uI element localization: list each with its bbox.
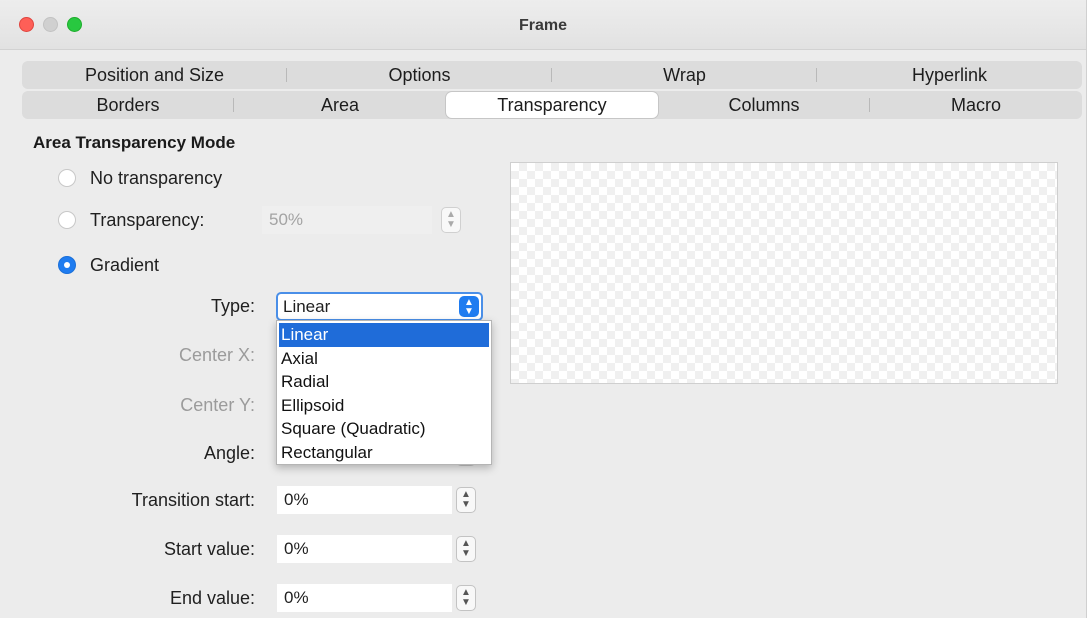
tab-transparency[interactable]: Transparency [446,92,658,118]
end-value-field[interactable]: 0% [277,584,452,612]
section-title: Area Transparency Mode [33,133,236,152]
transition-start-label: Transition start: [131,490,255,510]
gradient-type-dropdown: Linear Axial Radial Ellipsoid Square (Qu… [276,320,492,465]
transparency-stepper[interactable]: ▲ ▼ [441,207,461,233]
tab-options[interactable]: Options [287,62,552,88]
no-transparency-radio[interactable] [58,169,76,187]
angle-label: Angle: [203,443,255,463]
title-bar: Frame [0,0,1086,50]
tab-macro[interactable]: Macro [870,92,1082,118]
center-y-label: Center Y: [180,395,255,415]
center-x-label: Center X: [178,345,255,365]
transparency-percent-field[interactable]: 50% [262,206,432,234]
tab-area[interactable]: Area [234,92,446,118]
window-title: Frame [518,17,568,34]
tab-hyperlink[interactable]: Hyperlink [817,62,1082,88]
no-transparency-label: No transparency [90,167,223,188]
transparency-option[interactable]: Transparency: [58,208,204,232]
tab-borders[interactable]: Borders [22,92,234,118]
gradient-radio[interactable] [58,256,76,274]
gradient-option[interactable]: Gradient [58,253,159,277]
gradient-type-option-radial[interactable]: Radial [277,370,491,394]
start-value-stepper[interactable]: ▲ ▼ [456,536,476,562]
transparency-label: Transparency: [90,209,205,230]
frame-dialog: Frame Position and Size Options Wrap Hyp… [0,0,1087,618]
gradient-type-option-axial[interactable]: Axial [277,347,491,371]
gradient-type-option-rectangular[interactable]: Rectangular [277,441,491,465]
start-value-field[interactable]: 0% [277,535,452,563]
gradient-type-option-square[interactable]: Square (Quadratic) [277,417,491,441]
tab-row-2: Borders Area Transparency Columns Macro [22,91,1082,119]
tab-position-and-size[interactable]: Position and Size [22,62,287,88]
gradient-label: Gradient [90,254,160,275]
tab-columns[interactable]: Columns [658,92,870,118]
transition-start-stepper[interactable]: ▲ ▼ [456,487,476,513]
gradient-type-value: Linear [283,297,331,316]
tab-row-1: Position and Size Options Wrap Hyperlink [22,61,1082,89]
gradient-type-option-linear[interactable]: Linear [279,323,489,347]
no-transparency-option[interactable]: No transparency [58,166,222,190]
transparency-preview [510,162,1058,384]
start-value-label: Start value: [163,539,255,559]
tab-wrap[interactable]: Wrap [552,62,817,88]
type-label: Type: [210,296,255,316]
transition-start-field[interactable]: 0% [277,486,452,514]
end-value-stepper[interactable]: ▲ ▼ [456,585,476,611]
gradient-type-select[interactable]: Linear ▲ ▼ [276,292,483,321]
transparency-radio[interactable] [58,211,76,229]
gradient-type-option-ellipsoid[interactable]: Ellipsoid [277,394,491,418]
chevron-updown-icon: ▲ ▼ [459,296,479,317]
end-value-label: End value: [169,588,255,608]
